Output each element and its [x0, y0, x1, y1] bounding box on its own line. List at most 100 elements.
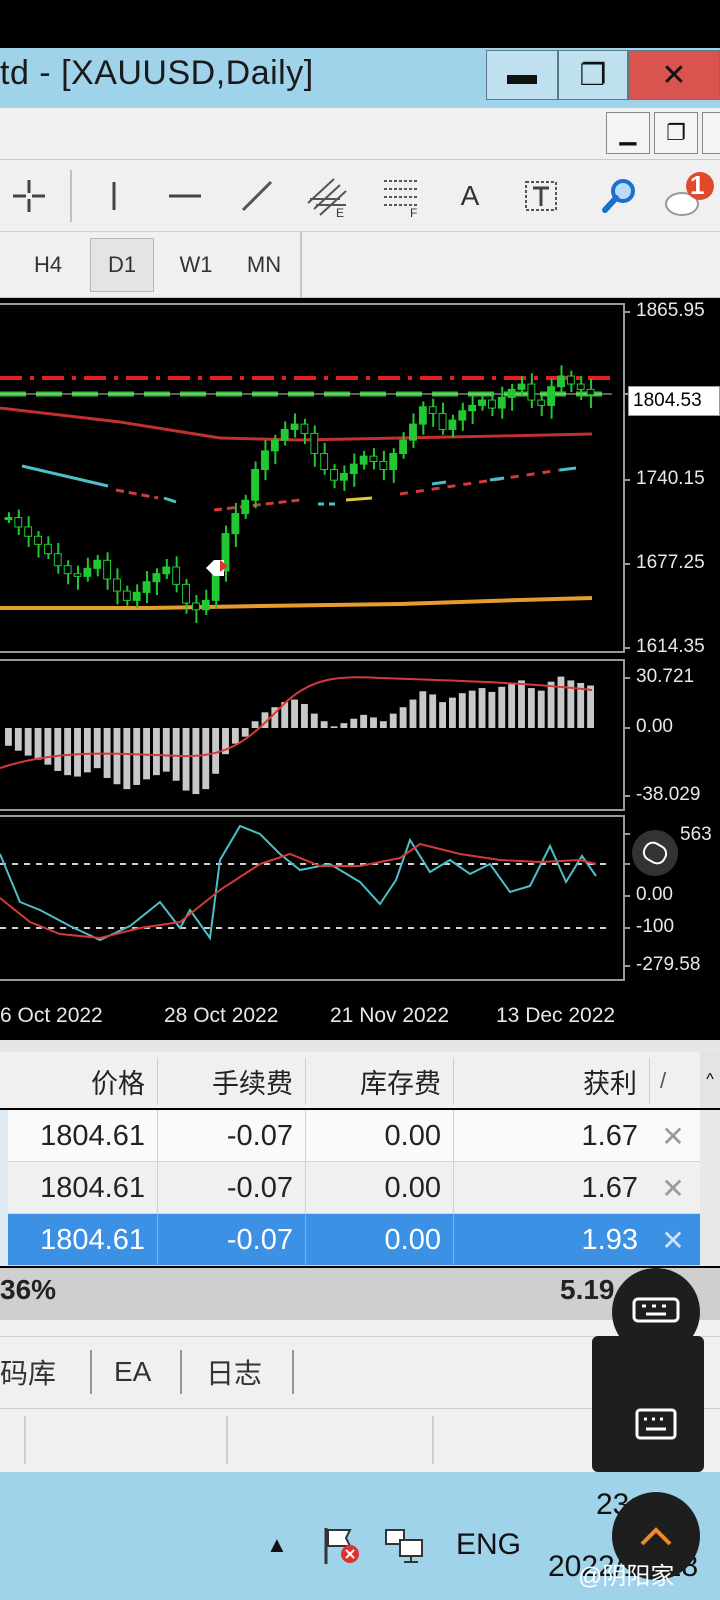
- timeframe-h4[interactable]: H4: [16, 238, 80, 292]
- window-title: td - [XAUUSD,Daily]: [0, 54, 314, 92]
- macd-bar: [350, 718, 358, 728]
- restore-icon: ❐: [579, 58, 607, 92]
- price-axis-label-1: 1865.95: [636, 300, 705, 321]
- candle: [586, 388, 595, 396]
- toolbar-separator: [70, 170, 72, 222]
- splitter[interactable]: [0, 1040, 720, 1052]
- candle: [487, 399, 496, 409]
- osc-levels: [0, 863, 612, 929]
- profit-cell: 1.67: [581, 1171, 638, 1204]
- timeframe-d1[interactable]: D1: [90, 238, 154, 292]
- candle: [320, 452, 329, 471]
- candle: [201, 599, 210, 611]
- candle: [43, 543, 52, 555]
- macd-bar: [74, 728, 81, 777]
- input-language[interactable]: ENG: [456, 1528, 521, 1562]
- minimize-button[interactable]: ▬: [486, 50, 558, 100]
- screen-record-icon[interactable]: [632, 830, 678, 876]
- macd-bar: [498, 686, 506, 728]
- header-profit[interactable]: 获利: [454, 1058, 650, 1104]
- ma-long-line: [0, 596, 593, 610]
- oscillator-signal-line: [0, 842, 597, 940]
- close-button[interactable]: ✕: [628, 50, 720, 100]
- macd-bar: [133, 728, 141, 785]
- red-signal-3: [399, 468, 561, 496]
- candle: [191, 602, 200, 611]
- andrews-pitchfork-icon[interactable]: E: [302, 170, 352, 222]
- tab-experts[interactable]: EA: [114, 1346, 151, 1398]
- osc-axis-minus100: -100: [636, 916, 675, 937]
- chart-svg[interactable]: [0, 298, 720, 1040]
- trendline-icon[interactable]: [232, 170, 282, 222]
- swap-cell: 0.00: [306, 1110, 454, 1162]
- macd-bar: [537, 690, 545, 728]
- tab-code-base[interactable]: 码库: [0, 1346, 56, 1398]
- header-commission[interactable]: 手续费: [158, 1058, 306, 1104]
- close-position-icon[interactable]: ✕: [650, 1162, 696, 1214]
- cyan-signal-2: [163, 496, 177, 504]
- position-row-selected[interactable]: 1804.61 -0.07 0.00 1.93 ✕: [0, 1214, 700, 1266]
- action-center-flag-icon[interactable]: [320, 1524, 364, 1573]
- timeframe-w1[interactable]: W1: [164, 238, 228, 292]
- candle: [349, 463, 358, 475]
- candle: [93, 559, 102, 569]
- position-row[interactable]: 1804.61 -0.07 0.00 1.67 ✕: [0, 1162, 700, 1214]
- svg-text:F: F: [410, 206, 417, 219]
- position-row[interactable]: 1804.61 -0.07 0.00 1.67 ✕: [0, 1110, 700, 1162]
- osc-axis-zero: 0.00: [636, 884, 673, 905]
- close-position-icon[interactable]: ✕: [650, 1214, 696, 1266]
- macd-bar: [83, 728, 91, 773]
- macd-axis-zero: 0.00: [636, 716, 673, 737]
- candle: [389, 452, 398, 471]
- table-scrollbar[interactable]: [700, 1110, 720, 1266]
- macd-bar: [212, 728, 220, 774]
- candle: [14, 517, 23, 528]
- macd-bar: [182, 728, 190, 791]
- fibonacci-icon[interactable]: F: [378, 170, 428, 222]
- candle: [576, 383, 585, 390]
- candle: [507, 388, 516, 398]
- keyboard-float-button[interactable]: [612, 1268, 700, 1356]
- macd-bar: [153, 728, 160, 776]
- candle: [448, 419, 457, 430]
- candle: [418, 406, 427, 425]
- candle: [478, 399, 486, 406]
- timeframe-mn[interactable]: MN: [232, 238, 296, 292]
- keyboard-toggle-button[interactable]: [612, 1380, 700, 1468]
- show-hidden-icons-icon[interactable]: ▲: [266, 1532, 288, 1558]
- macd-histogram: [5, 676, 594, 795]
- macd-bar: [478, 688, 486, 728]
- child-restore-button[interactable]: ❐: [654, 112, 698, 154]
- text-icon[interactable]: A: [450, 170, 490, 222]
- header-sort-icon[interactable]: /: [660, 1068, 666, 1094]
- header-swap[interactable]: 库存费: [306, 1058, 454, 1104]
- crosshair-icon[interactable]: [4, 170, 54, 222]
- candle: [270, 439, 279, 452]
- child-close-button[interactable]: [702, 112, 720, 154]
- network-icon[interactable]: [382, 1524, 426, 1573]
- candle: [261, 450, 269, 471]
- status-separator: [432, 1416, 434, 1464]
- child-minimize-button[interactable]: ▁: [606, 112, 650, 154]
- x-axis-label-4: 13 Dec 2022: [496, 1004, 616, 1027]
- vertical-line-icon[interactable]: [92, 170, 136, 222]
- candle: [132, 591, 141, 601]
- candle: [438, 412, 447, 430]
- restore-button[interactable]: ❐: [558, 50, 628, 100]
- macd-bar: [64, 728, 72, 776]
- candle: [428, 406, 437, 414]
- zoom-icon[interactable]: [596, 170, 642, 222]
- candle: [409, 423, 417, 441]
- osc-axis-max: 563: [680, 824, 712, 845]
- text-label-icon[interactable]: [518, 170, 564, 222]
- close-position-icon[interactable]: ✕: [650, 1110, 696, 1162]
- header-price[interactable]: 价格: [10, 1058, 158, 1104]
- candle: [399, 439, 408, 454]
- horizontal-line-icon[interactable]: [160, 170, 210, 222]
- candle: [162, 566, 171, 575]
- macd-bar: [468, 690, 476, 728]
- tab-journal[interactable]: 日志: [206, 1346, 262, 1398]
- scroll-up-icon[interactable]: ^: [700, 1052, 720, 1108]
- yellow-signal: [345, 496, 373, 502]
- summary-profit: 5.19: [560, 1274, 615, 1305]
